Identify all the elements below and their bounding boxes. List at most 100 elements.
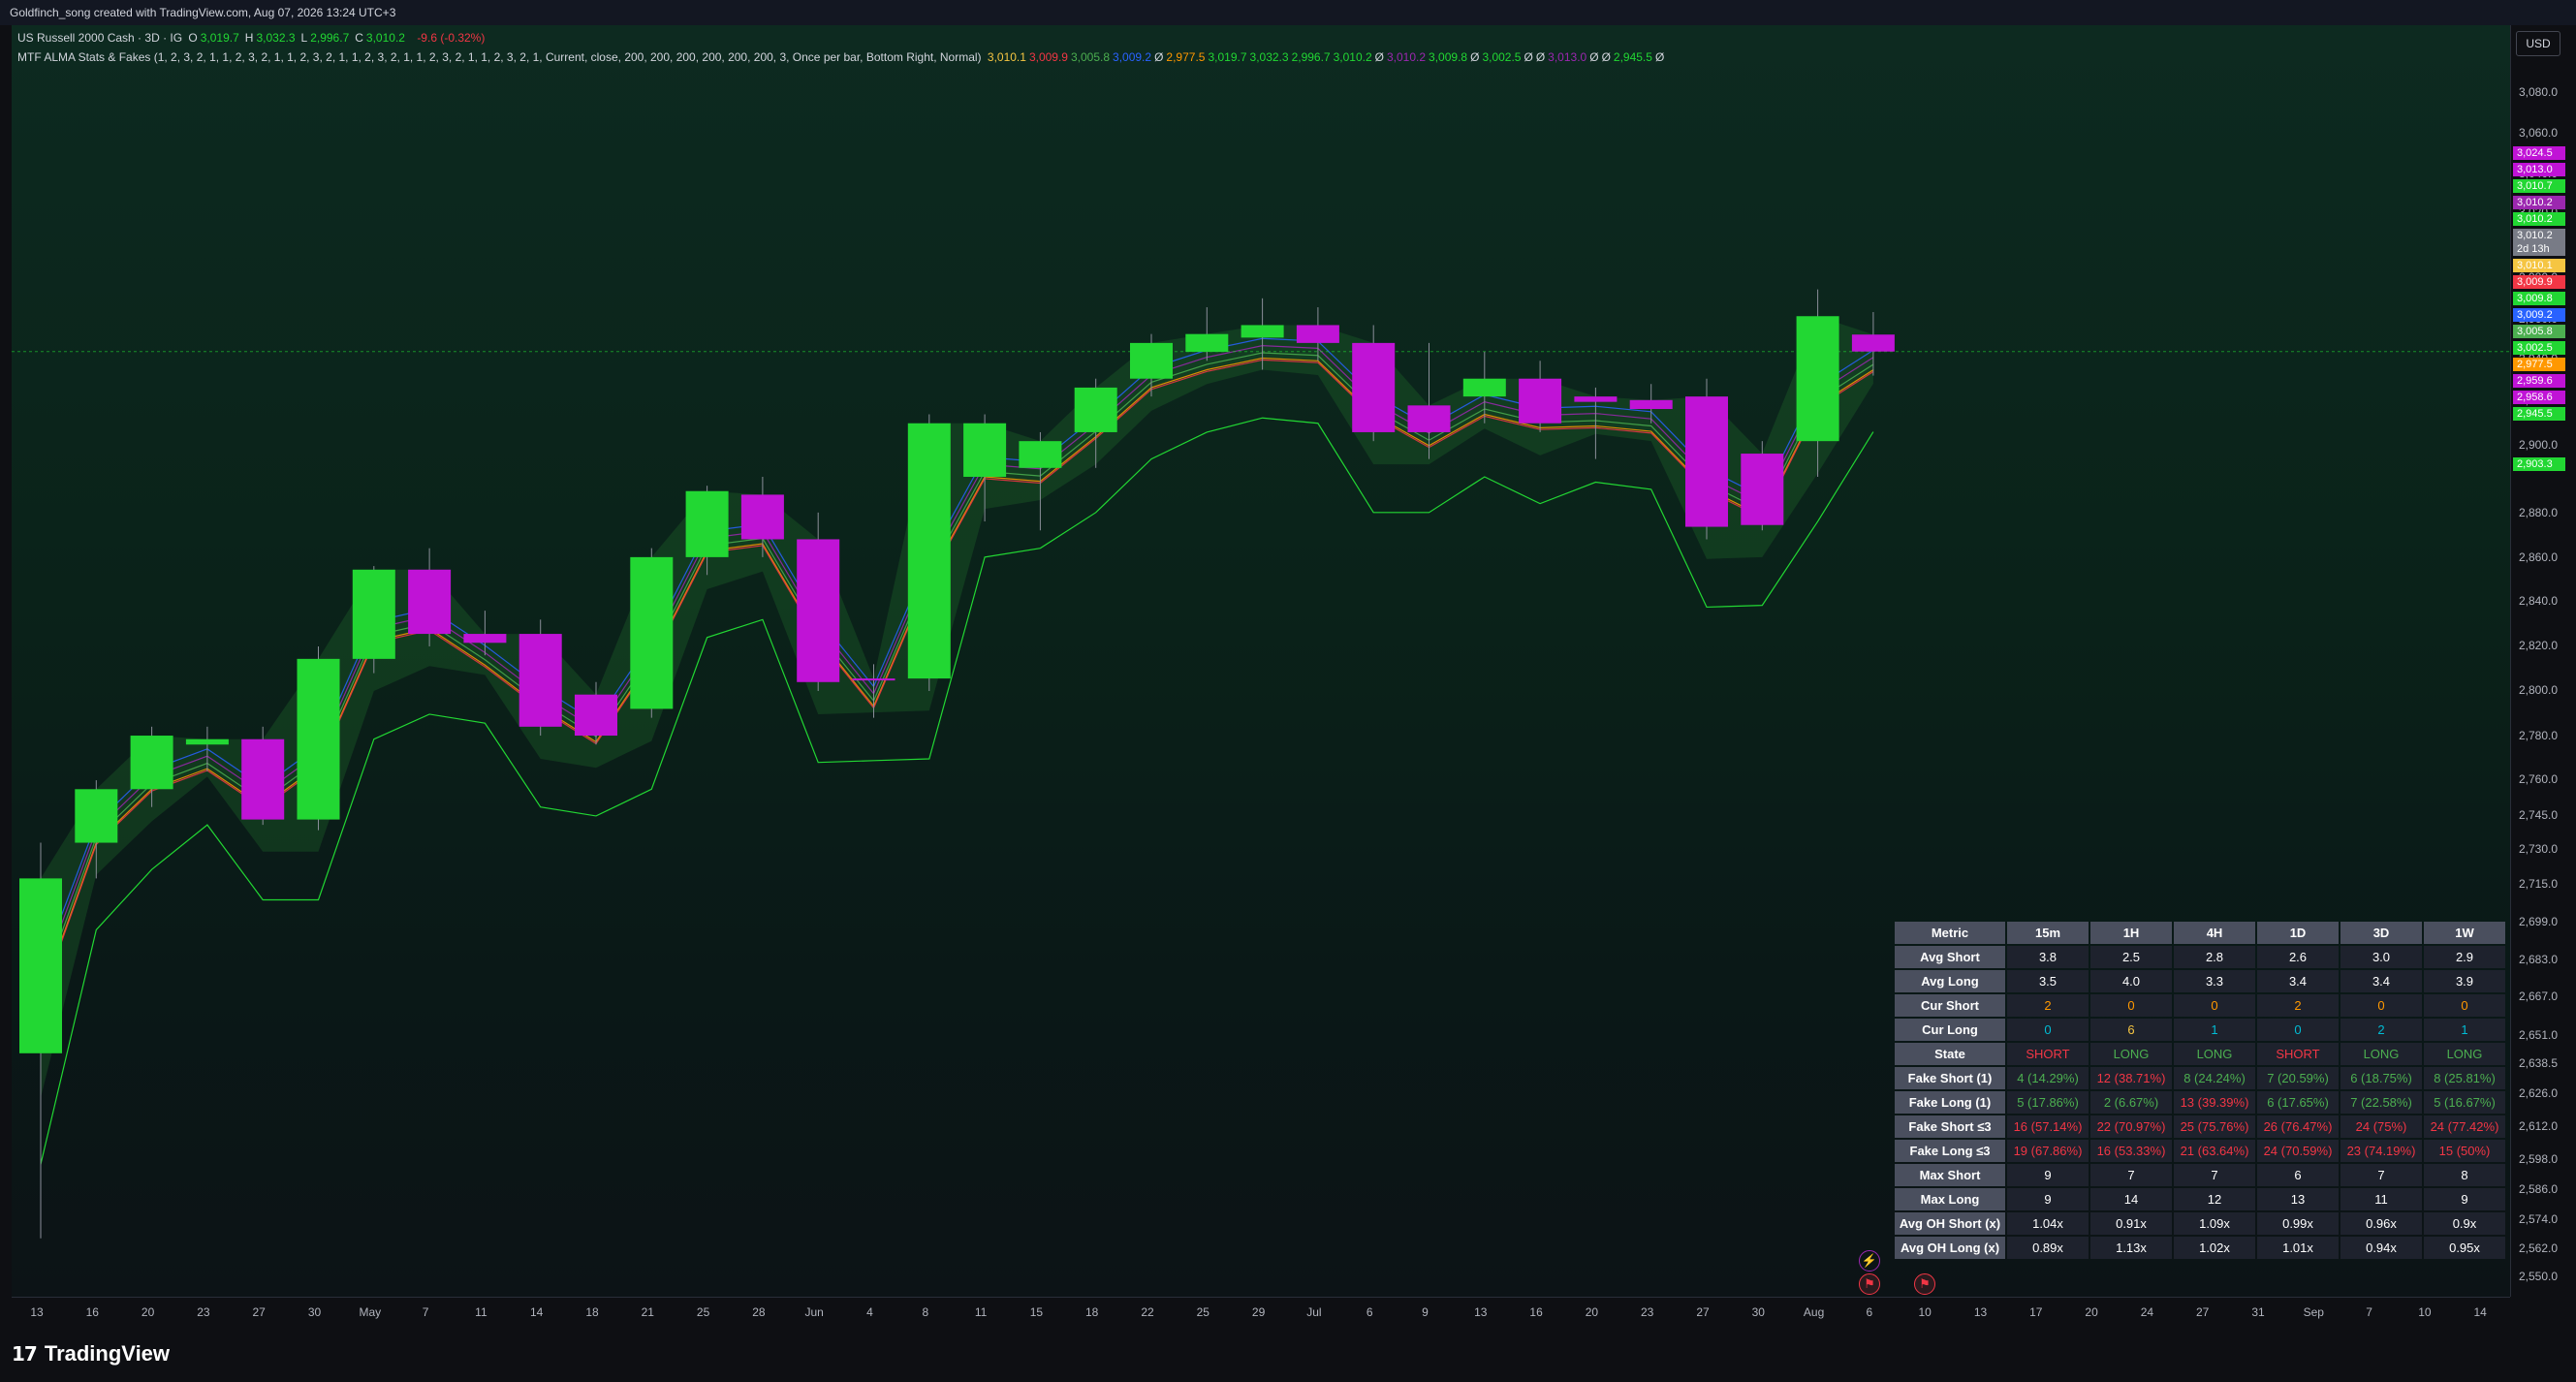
stats-cell: 16 (53.33%) [2090, 1140, 2172, 1162]
stats-row: Avg OH Long (x) 0.89x 1.13x 1.02x 1.01x 0.94x… [1895, 1237, 2505, 1259]
time-tick: 7 [422, 1305, 429, 1319]
time-tick: 10 [2418, 1305, 2432, 1319]
price-tag: 2,903.3 [2513, 457, 2565, 471]
price-tick: 2,820.0 [2519, 639, 2559, 652]
stats-cell: 22 (70.97%) [2090, 1115, 2172, 1138]
price-tag: 3,010.2 [2513, 212, 2565, 226]
lightning-icon[interactable]: ⚡ [1859, 1250, 1880, 1272]
stats-cell: 0.96x [2340, 1212, 2422, 1235]
tradingview-brand[interactable]: 17 TradingView [12, 1341, 170, 1366]
time-tick: 9 [1422, 1305, 1429, 1319]
stats-cell: 0.91x [2090, 1212, 2172, 1235]
indicator-name[interactable]: MTF ALMA Stats & Fakes (1, 2, 3, 2, 1, 1… [17, 50, 982, 64]
stats-cell: 0.95x [2424, 1237, 2505, 1259]
candle-body [797, 539, 840, 682]
ohlc-l: L 2,996.7 [300, 31, 350, 45]
stats-cell: 2 [2340, 1019, 2422, 1041]
stats-cell: SHORT [2007, 1043, 2089, 1065]
time-tick: 30 [307, 1305, 322, 1319]
indicator-value: Ø [1470, 50, 1480, 64]
stats-row: State SHORT LONG LONG SHORT LONG LONG [1895, 1043, 2505, 1065]
candle-body [1296, 325, 1339, 343]
stats-cell: 0 [2174, 994, 2255, 1017]
stats-cell: 3.9 [2424, 970, 2505, 992]
time-tick: May [359, 1305, 382, 1319]
top-bar: Goldfinch_song created with TradingView.… [0, 0, 2576, 25]
candle-body [1685, 396, 1728, 527]
time-tick: 11 [974, 1305, 988, 1319]
flag-icon-2[interactable]: ⚑ [1914, 1273, 1935, 1295]
price-axis[interactable]: 3,080.03,060.03,040.03,020.03,000.02,980… [2510, 25, 2576, 1297]
time-tick: 25 [696, 1305, 710, 1319]
stats-cell: 6 (17.65%) [2257, 1091, 2339, 1114]
time-tick: Aug [1803, 1305, 1825, 1319]
time-axis[interactable]: 13 16 20 23 27 30 May 7 11 14 18 21 25 28 Jun 4 8 11 15 18 2… [12, 1297, 2510, 1325]
indicator-values: 3,010.1 3,009.9 3,005.8 3,009.2 Ø 2,977.5 3,01… [988, 50, 1667, 64]
flag-icon[interactable]: ⚑ [1859, 1273, 1880, 1295]
stats-cell: 14 [2090, 1188, 2172, 1210]
indicator-value: 3,009.2 [1113, 50, 1152, 64]
price-tag: 3,010.2 [2513, 196, 2565, 209]
price-tick: 2,683.0 [2519, 953, 2559, 966]
stats-row: Fake Short ≤3 16 (57.14%) 22 (70.97%) 25 (7… [1895, 1115, 2505, 1138]
price-tick: 2,840.0 [2519, 594, 2559, 608]
price-tag: 3,010.1 [2513, 259, 2565, 272]
symbol-name[interactable]: US Russell 2000 Cash · 3D · IG [17, 31, 182, 45]
stats-cell: 0.89x [2007, 1237, 2089, 1259]
price-tick: 2,667.0 [2519, 989, 2559, 1003]
time-tick: 13 [30, 1305, 44, 1319]
stats-table: Metric 15m 1H 4H 1D 3D 1W Avg Short 3.8 2.5 2.8 2.6… [1893, 920, 2507, 1261]
price-tick: 2,745.0 [2519, 808, 2559, 822]
candle-body [1519, 378, 1562, 424]
price-tick: 2,626.0 [2519, 1086, 2559, 1100]
stats-cell: 0.94x [2340, 1237, 2422, 1259]
indicator-legend[interactable]: MTF ALMA Stats & Fakes (1, 2, 3, 2, 1, 1… [17, 50, 1670, 64]
currency-button[interactable]: USD [2516, 31, 2560, 56]
stats-row: Cur Short 2 0 0 2 0 0 [1895, 994, 2505, 1017]
stats-cell: 2 [2007, 994, 2089, 1017]
stats-cell: 0 [2257, 1019, 2339, 1041]
candle-body [518, 634, 562, 727]
price-tag: 3,002.5 [2513, 341, 2565, 355]
time-tick: 14 [530, 1305, 544, 1319]
stats-row: Avg Long 3.5 4.0 3.3 3.4 3.4 3.9 [1895, 970, 2505, 992]
indicator-value: 3,019.7 [1208, 50, 1247, 64]
stats-metric-label: Fake Long ≤3 [1895, 1140, 2005, 1162]
symbol-legend[interactable]: US Russell 2000 Cash · 3D · IG O 3,019.7 H… [17, 31, 487, 45]
price-tag: 3,024.5 [2513, 146, 2565, 160]
price-tick: 2,800.0 [2519, 683, 2559, 697]
stats-cell: 12 [2174, 1188, 2255, 1210]
time-tick: 27 [1696, 1305, 1710, 1319]
time-tick: 6 [1366, 1305, 1373, 1319]
stats-cell: 19 (67.86%) [2007, 1140, 2089, 1162]
stats-header-cell: 3D [2340, 922, 2422, 944]
indicator-value: 2,945.5 [1613, 50, 1652, 64]
ohlc-h: H 3,032.3 [244, 31, 296, 45]
stats-cell: 1.04x [2007, 1212, 2089, 1235]
stats-cell: 7 (20.59%) [2257, 1067, 2339, 1089]
stats-header-cell: 15m [2007, 922, 2089, 944]
price-tick: 2,900.0 [2519, 438, 2559, 452]
stats-cell: LONG [2090, 1043, 2172, 1065]
stats-cell: 1 [2174, 1019, 2255, 1041]
stats-cell: 11 [2340, 1188, 2422, 1210]
stats-cell: 3.8 [2007, 946, 2089, 968]
stats-header-cell: 1H [2090, 922, 2172, 944]
time-tick: Jun [804, 1305, 824, 1319]
time-tick: 20 [141, 1305, 155, 1319]
time-tick: 18 [1085, 1305, 1099, 1319]
time-tick: 21 [641, 1305, 654, 1319]
indicator-value: Ø [1589, 50, 1599, 64]
stats-metric-label: Avg OH Short (x) [1895, 1212, 2005, 1235]
indicator-value: 3,002.5 [1482, 50, 1522, 64]
candle-body [1407, 405, 1451, 432]
candle-body [1241, 325, 1284, 338]
stats-cell: 4.0 [2090, 970, 2172, 992]
candle-body [740, 494, 784, 540]
time-tick: 27 [252, 1305, 266, 1319]
time-tick: 11 [475, 1305, 487, 1319]
stats-cell: 2 (6.67%) [2090, 1091, 2172, 1114]
candle-body [575, 694, 617, 737]
stats-metric-label: Max Long [1895, 1188, 2005, 1210]
time-tick: 15 [1029, 1305, 1044, 1319]
